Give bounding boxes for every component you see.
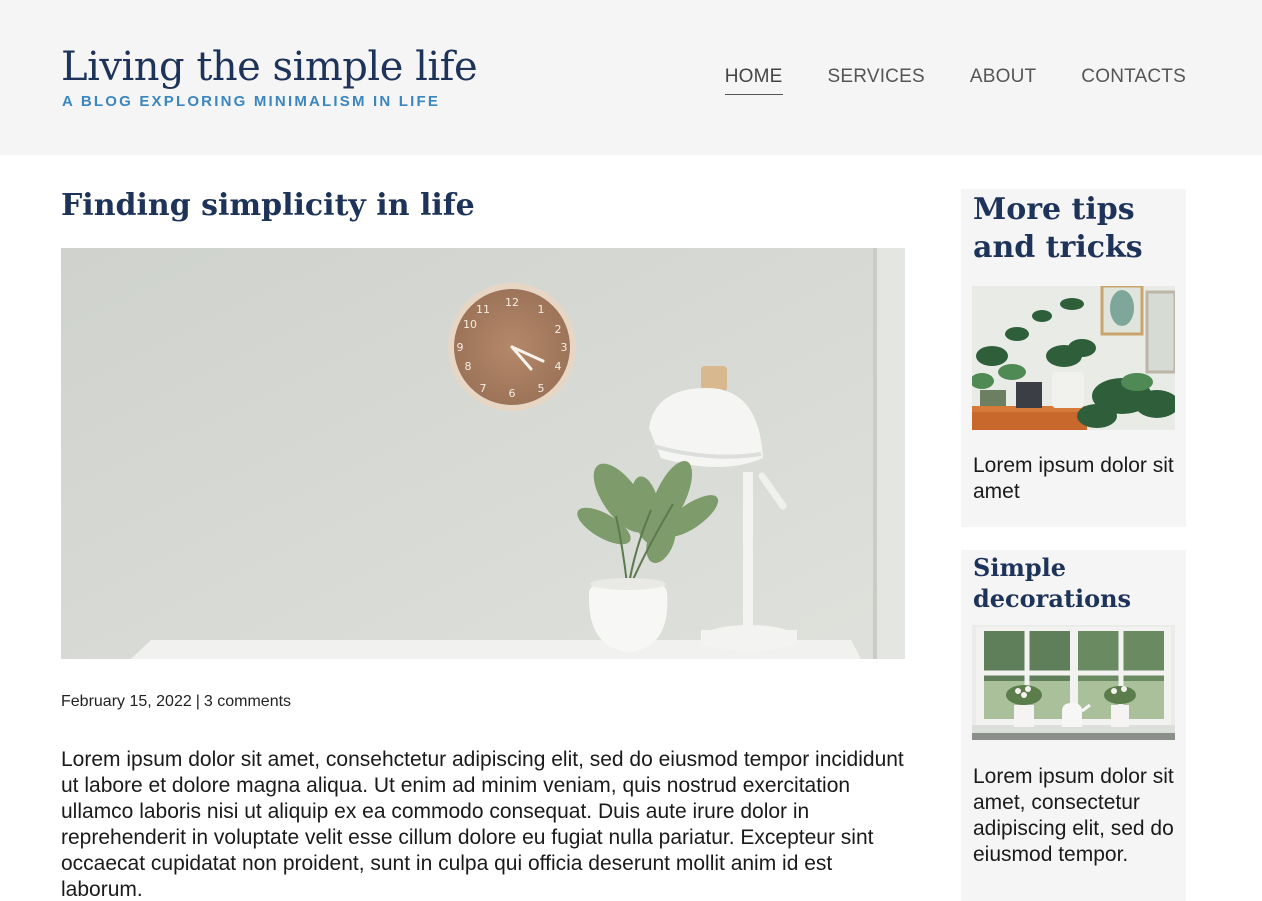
article-body: Lorem ipsum dolor sit amet, consehctetur…: [61, 748, 904, 901]
svg-text:5: 5: [538, 382, 545, 395]
nav-contacts-link[interactable]: CONTACTS: [1081, 66, 1186, 92]
article-hero-image: 12 1 2 3 4 5 6 7 8 9 10 11: [61, 248, 905, 659]
window-plants-image[interactable]: [972, 625, 1175, 740]
svg-text:2: 2: [555, 323, 562, 336]
svg-text:11: 11: [476, 303, 490, 316]
svg-text:12: 12: [505, 296, 519, 309]
article-meta: February 15, 2022 | 3 comments: [61, 693, 291, 711]
site-title[interactable]: Living the simple life: [61, 44, 478, 90]
article-title: Finding simplicity in life: [61, 188, 475, 223]
svg-text:4: 4: [555, 360, 562, 373]
svg-text:7: 7: [480, 382, 487, 395]
card-text: Lorem ipsum dolor sit amet: [973, 454, 1174, 503]
nav-services-link[interactable]: SERVICES: [828, 66, 925, 92]
svg-text:3: 3: [561, 341, 568, 354]
nav-about-link[interactable]: ABOUT: [970, 66, 1036, 92]
comments-link[interactable]: 3 comments: [204, 693, 291, 710]
svg-text:6: 6: [509, 387, 516, 400]
card-text: Lorem ipsum dolor sit amet, consectetur …: [973, 765, 1174, 866]
main-nav: HOME SERVICES ABOUT CONTACTS: [724, 66, 1186, 95]
card-title[interactable]: More tips and tricks: [973, 191, 1178, 267]
sidebar-card-decorations[interactable]: Simple decorations Lorem ipsum dolor sit…: [961, 550, 1186, 901]
card-title[interactable]: Simple decorations: [973, 552, 1178, 614]
svg-text:1: 1: [538, 303, 545, 316]
meta-separator: |: [195, 693, 200, 710]
sidebar-card-tips[interactable]: More tips and tricks Lorem ipsum dolor s…: [961, 189, 1186, 527]
plants-shelf-image[interactable]: [972, 286, 1175, 430]
site-header: Living the simple life A BLOG EXPLORING …: [0, 0, 1262, 155]
nav-home-link[interactable]: HOME: [724, 66, 783, 95]
svg-text:9: 9: [457, 341, 464, 354]
article-date: February 15, 2022: [61, 693, 192, 710]
svg-text:8: 8: [465, 360, 472, 373]
site-tagline: A BLOG EXPLORING MINIMALISM IN LIFE: [62, 93, 441, 110]
svg-text:10: 10: [463, 318, 477, 331]
